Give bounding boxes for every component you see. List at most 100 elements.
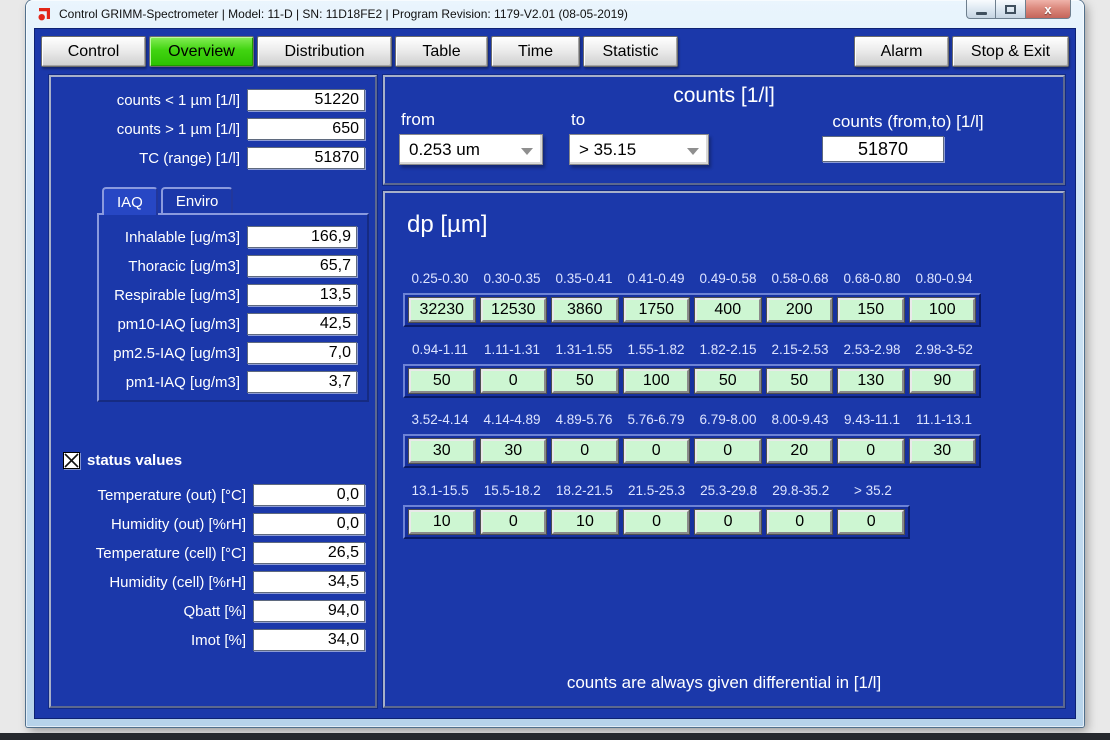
bin-range-label: 13.1-15.5 [407,483,473,498]
bin-range-label: 1.55-1.82 [623,342,689,357]
status-values-checkbox[interactable]: status values [63,452,375,469]
dp-distribution-panel: dp [µm] 0.25-0.30 0.30-0.35 0.35-0.41 0.… [383,191,1065,708]
humidity-out-value: 0,0 [253,513,365,535]
bin-range-label: 29.8-35.2 [768,483,834,498]
left-summary-panel: counts < 1 µm [1/l] 51220 counts > 1 µm … [49,75,377,708]
field-label: Respirable [ug/m3] [114,287,240,304]
client-area: Control Overview Distribution Table Time… [34,28,1076,719]
field-row: Imot [%] 34,0 [51,629,375,651]
bin-value-strip: 50 0 50 100 50 50 130 90 [403,364,981,398]
bin-range-label: 2.53-2.98 [839,342,905,357]
counts-panel-title: counts [1/l] [385,84,1063,108]
bin-value-cell: 32230 [409,298,475,322]
checkbox-checked-icon [63,452,80,469]
bin-value-strip: 32230 12530 3860 1750 400 200 150 100 [403,293,981,327]
inhalable-value: 166,9 [247,226,357,248]
alarm-button[interactable]: Alarm [854,36,949,67]
bin-value-cell: 20 [767,439,833,463]
counts-lt1um-value: 51220 [247,89,365,111]
bin-value-cell: 0 [552,439,618,463]
bin-value-cell: 10 [409,510,475,534]
bin-value-cell: 3860 [552,298,618,322]
counts-fromto-value: 51870 [822,136,944,162]
bin-value-cell: 50 [767,369,833,393]
field-row: Qbatt [%] 94,0 [51,600,375,622]
imot-value: 34,0 [253,629,365,651]
field-row: Humidity (cell) [%rH] 34,5 [51,571,375,593]
status-values-label: status values [87,452,182,469]
bin-range-label: 1.11-1.31 [479,342,545,357]
close-button[interactable]: x [1025,0,1071,19]
tab-statistic[interactable]: Statistic [583,36,678,67]
bin-value-cell: 90 [910,369,976,393]
to-dropdown-value: > 35.15 [579,140,636,160]
dp-row-4: 13.1-15.5 15.5-18.2 18.2-21.5 21.5-25.3 … [403,483,910,539]
counts-fromto-label: counts (from,to) [1/l] [783,112,1033,132]
counts-summary-block: counts < 1 µm [1/l] 51220 counts > 1 µm … [51,77,375,169]
bin-range-label: 5.76-6.79 [623,412,689,427]
bin-header-row: 0.25-0.30 0.30-0.35 0.35-0.41 0.41-0.49 … [403,271,981,286]
temperature-cell-value: 26,5 [253,542,365,564]
field-row: Inhalable [ug/m3] 166,9 [101,226,365,248]
thoracic-value: 65,7 [247,255,357,277]
bin-value-cell: 0 [838,439,904,463]
bin-value-cell: 100 [624,369,690,393]
field-row: Humidity (out) [%rH] 0,0 [51,513,375,535]
tab-iaq[interactable]: IAQ [102,187,158,215]
bin-range-label: 1.31-1.55 [551,342,617,357]
field-label: pm2.5-IAQ [ug/m3] [113,345,240,362]
from-dropdown[interactable]: 0.253 um [399,134,543,165]
field-label: Thoracic [ug/m3] [128,258,240,275]
bin-value-cell: 200 [767,298,833,322]
minimize-icon [976,12,987,15]
bin-value-cell: 100 [910,298,976,322]
bin-value-cell: 50 [409,369,475,393]
bin-value-cell: 50 [695,369,761,393]
minimize-button[interactable] [966,0,996,19]
field-row: TC (range) [1/l] 51870 [51,147,375,169]
tab-table[interactable]: Table [395,36,488,67]
dp-row-1: 0.25-0.30 0.30-0.35 0.35-0.41 0.41-0.49 … [403,271,981,327]
bin-range-label: 18.2-21.5 [551,483,617,498]
field-row: Respirable [ug/m3] 13,5 [101,284,365,306]
field-row: Temperature (cell) [°C] 26,5 [51,542,375,564]
chevron-down-icon [521,148,533,155]
bin-range-label: 0.35-0.41 [551,271,617,286]
app-logo-icon [37,7,52,22]
counts-range-panel: counts [1/l] from to 0.253 um > 35.15 co… [383,75,1065,185]
tab-time[interactable]: Time [491,36,580,67]
tab-distribution[interactable]: Distribution [257,36,392,67]
bin-value-cell: 0 [481,510,547,534]
field-label: Inhalable [ug/m3] [125,229,240,246]
bin-value-cell: 0 [624,510,690,534]
field-label: TC (range) [1/l] [139,150,240,167]
bin-value-cell: 30 [409,439,475,463]
field-label: pm10-IAQ [ug/m3] [117,316,240,333]
bin-range-label: 3.52-4.14 [407,412,473,427]
field-row: pm10-IAQ [ug/m3] 42,5 [101,313,365,335]
tab-enviro[interactable]: Enviro [161,187,234,213]
close-icon: x [1044,2,1051,17]
bin-value-strip: 30 30 0 0 0 20 0 30 [403,434,981,468]
bin-range-label: 6.79-8.00 [695,412,761,427]
tab-control[interactable]: Control [41,36,146,67]
bin-range-label: 4.14-4.89 [479,412,545,427]
differential-note: counts are always given differential in … [385,673,1063,693]
tc-range-value: 51870 [247,147,365,169]
bin-value-cell: 0 [838,510,904,534]
bin-range-label: 0.25-0.30 [407,271,473,286]
tab-overview[interactable]: Overview [149,36,254,67]
pm10-iaq-value: 42,5 [247,313,357,335]
bin-value-cell: 10 [552,510,618,534]
bin-header-row: 3.52-4.14 4.14-4.89 4.89-5.76 5.76-6.79 … [403,412,981,427]
counts-gt1um-value: 650 [247,118,365,140]
titlebar[interactable]: Control GRIMM-Spectrometer | Model: 11-D… [26,0,1084,28]
maximize-button[interactable] [996,0,1025,19]
to-dropdown[interactable]: > 35.15 [569,134,709,165]
bin-range-label: > 35.2 [840,483,906,498]
temperature-out-value: 0,0 [253,484,365,506]
bin-range-label: 9.43-11.1 [839,412,905,427]
iaq-subpanel: IAQ Enviro Inhalable [ug/m3] 166,9 Thora… [97,187,369,402]
bin-range-label: 0.94-1.11 [407,342,473,357]
stop-exit-button[interactable]: Stop & Exit [952,36,1069,67]
